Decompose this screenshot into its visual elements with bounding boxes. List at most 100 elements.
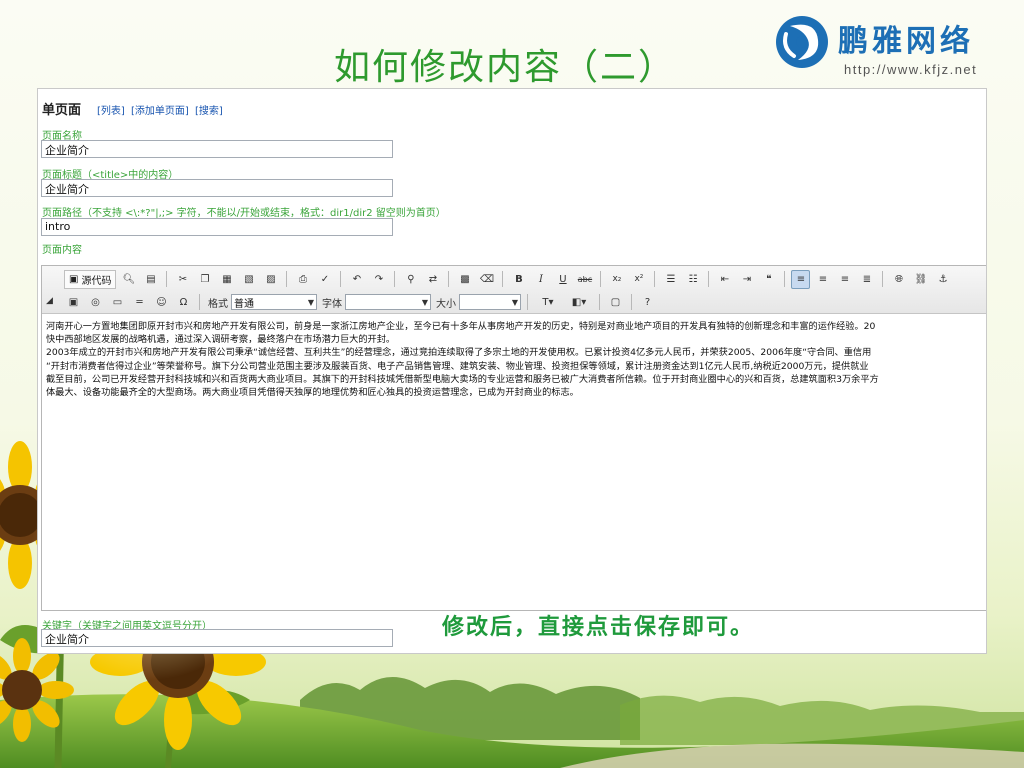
page-path-label: 页面路径（不支持 <\:*?"|,;> 字符，不能以/开始或结束，格式：dir1… [42, 208, 446, 219]
background-color-icon[interactable]: ◧▾ [565, 293, 593, 312]
page-name-input[interactable]: 企业简介 [41, 140, 393, 158]
preview-icon[interactable]: 🔍︎ [119, 270, 138, 289]
toolbar-separator [882, 271, 884, 287]
cms-page-heading: 单页面 [42, 103, 82, 118]
content-line: “开封市消费者信得过企业”等荣誉称号。旗下分公司营业范围主要涉及服装百货、电子产… [46, 360, 869, 372]
paste-icon[interactable]: ▦ [217, 270, 236, 289]
cut-icon[interactable]: ✂ [173, 270, 192, 289]
keywords-input[interactable]: 企业简介 [41, 629, 393, 647]
bulleted-list-icon[interactable]: ☷ [683, 270, 702, 289]
align-justify-icon[interactable]: ≣ [857, 270, 876, 289]
align-right-icon[interactable]: ≡ [835, 270, 854, 289]
paste-text-icon[interactable]: ▧ [239, 270, 258, 289]
page-title-input[interactable]: 企业简介 [41, 179, 393, 197]
bold-icon[interactable]: B [509, 270, 528, 289]
chevron-down-icon: ▼ [307, 297, 314, 307]
toolbar-collapse-icon[interactable]: ◢ [46, 296, 53, 306]
editor-content-area[interactable]: 河南开心一方置地集团即原开封市兴和房地产开发有限公司，前身是一家浙江房地产企业，… [46, 320, 986, 608]
image-icon[interactable]: ▣ [64, 293, 83, 312]
table-icon[interactable]: ▭ [108, 293, 127, 312]
format-select[interactable]: 普通 ▼ [231, 294, 317, 310]
content-line: 2003年成立的开封市兴和房地产开发有限公司秉承“诚信经营、互利共生”的经营理念… [46, 347, 872, 359]
logo-url: http://www.kfjz.net [844, 62, 978, 77]
superscript-icon[interactable]: x² [629, 270, 648, 289]
align-center-icon[interactable]: ≡ [813, 270, 832, 289]
add-page-link[interactable]: [添加单页面] [131, 106, 189, 117]
source-code-button[interactable]: ▣ 源代码 [64, 269, 117, 289]
toolbar-separator [448, 271, 450, 287]
toolbar-row-2: ▣ ◎ ▭ ═ ☺ Ω 格式 普通 ▼ 字体 ▼ 大小 ▼ T▾ ◧▾ ▢ ? [64, 291, 657, 313]
company-logo: 鹏雅网络 http://www.kfjz.net [772, 10, 1012, 82]
content-line: 体最大、设备功能最齐全的大型商场。两大商业项目凭借得天独厚的地理优势和匠心独具的… [46, 387, 579, 399]
rich-text-editor: ◢ ▣ 源代码 🔍︎ ▤ ✂ ❐ ▦ ▧ ▨ ⎙ ✓ ↶ ↷ ⚲ ⇄ ▩ ⌫ B… [41, 265, 986, 611]
size-select[interactable]: ▼ [459, 294, 521, 310]
page-content-label: 页面内容 [42, 245, 82, 256]
content-line: 快中西部地区发展的战略机遇，通过深入调研考察，最终落户在市场潜力巨大的开封。 [46, 334, 396, 346]
logo-text: 鹏雅网络 [838, 24, 974, 59]
cms-header: 单页面 [列表] [添加单页面] [搜索] [42, 99, 226, 119]
templates-icon[interactable]: ▤ [141, 270, 160, 289]
redo-icon[interactable]: ↷ [369, 270, 388, 289]
font-select[interactable]: ▼ [345, 294, 431, 310]
find-icon[interactable]: ⚲ [401, 270, 420, 289]
subscript-icon[interactable]: x₂ [607, 270, 626, 289]
align-left-icon[interactable]: ≡ [791, 269, 811, 289]
page-path-input[interactable]: intro [41, 218, 393, 236]
text-color-icon[interactable]: T▾ [534, 293, 562, 312]
format-select-value: 普通 [234, 298, 254, 310]
outdent-icon[interactable]: ⇤ [715, 270, 734, 289]
underline-icon[interactable]: U [553, 270, 572, 289]
remove-format-icon[interactable]: ⌫ [477, 270, 496, 289]
spellcheck-icon[interactable]: ✓ [315, 270, 334, 289]
blockquote-icon[interactable]: ❝ [759, 270, 778, 289]
logo-swirl-icon [776, 16, 828, 68]
copy-icon[interactable]: ❐ [195, 270, 214, 289]
toolbar-separator [502, 271, 504, 287]
italic-icon[interactable]: I [531, 270, 550, 289]
maximize-icon[interactable]: ▢ [606, 293, 625, 312]
toolbar-separator [708, 271, 710, 287]
toolbar-row-1: ▣ 源代码 🔍︎ ▤ ✂ ❐ ▦ ▧ ▨ ⎙ ✓ ↶ ↷ ⚲ ⇄ ▩ ⌫ B I… [64, 268, 952, 290]
link-icon[interactable]: 🌐︎ [889, 270, 908, 289]
font-label: 字体 [322, 298, 342, 310]
content-line: 河南开心一方置地集团即原开封市兴和房地产开发有限公司，前身是一家浙江房地产企业，… [46, 321, 876, 332]
size-label: 大小 [436, 298, 456, 310]
horizontal-rule-icon[interactable]: ═ [130, 293, 149, 312]
unlink-icon[interactable]: ⛓ [911, 270, 930, 289]
flash-icon[interactable]: ◎ [86, 293, 105, 312]
toolbar-separator [199, 294, 200, 310]
undo-icon[interactable]: ↶ [347, 270, 366, 289]
source-label: 源代码 [81, 275, 112, 287]
chevron-down-icon: ▼ [511, 297, 518, 307]
format-label: 格式 [208, 298, 228, 310]
editor-toolbar: ◢ ▣ 源代码 🔍︎ ▤ ✂ ❐ ▦ ▧ ▨ ⎙ ✓ ↶ ↷ ⚲ ⇄ ▩ ⌫ B… [42, 266, 986, 314]
strikethrough-icon[interactable]: abc [575, 270, 594, 289]
cms-screenshot: 单页面 [列表] [添加单页面] [搜索] 页面名称 企业简介 页面标题（<ti… [37, 88, 987, 654]
about-icon[interactable]: ? [638, 293, 657, 312]
toolbar-separator [654, 271, 656, 287]
toolbar-separator [394, 271, 396, 287]
select-all-icon[interactable]: ▩ [455, 270, 474, 289]
numbered-list-icon[interactable]: ☰ [661, 270, 680, 289]
smiley-icon[interactable]: ☺ [152, 293, 171, 312]
search-link[interactable]: [搜索] [195, 106, 223, 117]
source-icon: ▣ [69, 273, 79, 285]
toolbar-separator [340, 271, 342, 287]
toolbar-separator [784, 271, 786, 287]
toolbar-separator [599, 294, 600, 310]
anchor-icon[interactable]: ⚓ [933, 270, 952, 289]
toolbar-separator [527, 294, 528, 310]
content-line: 截至目前，公司已开发经营开封科技城和兴和百货两大商业项目。其旗下的开封科技城凭借… [46, 373, 879, 385]
toolbar-separator [166, 271, 168, 287]
slide-title: 如何修改内容（二） [334, 47, 677, 88]
special-char-icon[interactable]: Ω [174, 293, 193, 312]
print-icon[interactable]: ⎙ [293, 270, 312, 289]
chevron-down-icon: ▼ [421, 297, 428, 307]
list-link[interactable]: [列表] [97, 106, 125, 117]
toolbar-separator [631, 294, 632, 310]
indent-icon[interactable]: ⇥ [737, 270, 756, 289]
toolbar-separator [600, 271, 602, 287]
replace-icon[interactable]: ⇄ [423, 270, 442, 289]
paste-word-icon[interactable]: ▨ [261, 270, 280, 289]
cms-action-links: [列表] [添加单页面] [搜索] [97, 102, 226, 117]
